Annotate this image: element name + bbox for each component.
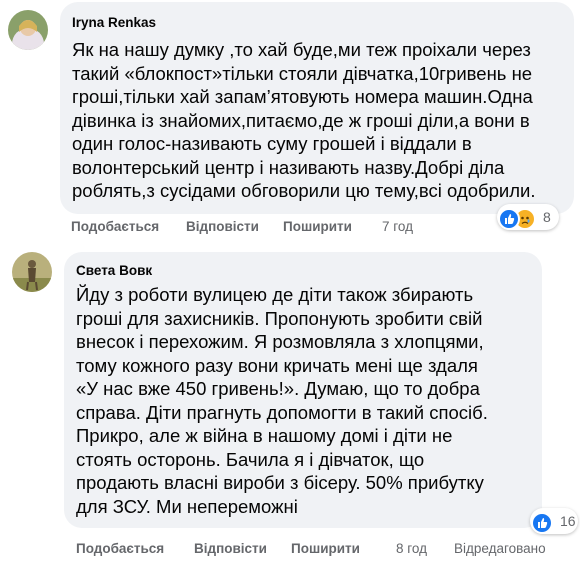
comment-actions: Подобається Відповісти Поширити 7 год [71,219,471,237]
reaction-count: 16 [560,513,576,529]
text-line: дівинка із знайомих,питаємо,де ж гроші д… [72,109,530,131]
text-line: один голос-називають суму грошей і відда… [72,133,472,154]
reply-button[interactable]: Відповісти [186,219,259,234]
comment-actions: Подобається Відповісти Поширити 8 год Ві… [76,541,576,559]
text-line: роблять,з сусідами обговорили цю тему,вс… [72,180,536,201]
text-line: гроші,тільки хай запам’ятовують номера м… [72,86,533,107]
comment-text: Як на нашу думку ,то хай буде,ми теж про… [72,38,535,203]
text-line: Йду з роботи вулицею де діти також збира… [76,284,474,305]
comment-bubble: Iryna Renkas Як на нашу думку ,то хай бу… [60,2,574,214]
text-line: справа. Діти прагнуть допомогти в такий … [76,401,488,423]
text-line: такий «блокпост»тільки стояли дівчатка,1… [72,62,533,84]
share-button[interactable]: Поширити [283,219,352,234]
author-name[interactable]: Света Вовк [76,263,152,278]
reactions-summary[interactable]: 8 [497,204,559,230]
text-line: стоять осторонь. Бачила я і дівчаток, що [76,448,425,470]
comment-text: Йду з роботи вулицею де діти також збира… [76,283,488,518]
text-line: волонтерський центр і називають назву.До… [72,156,505,178]
avatar[interactable] [12,252,52,292]
reply-button[interactable]: Відповісти [194,541,267,556]
text-line: Як на нашу думку ,то хай буде,ми теж про… [72,39,531,60]
avatar[interactable] [8,10,48,50]
timestamp[interactable]: 8 год [396,541,427,556]
text-line: для ЗСУ. Ми непереможні [76,495,298,517]
text-line: «У нас вже 450 гривень!». Думаю, що то д… [76,378,480,399]
like-icon [531,512,553,534]
text-line: продають власні вироби з бісеру. 50% при… [76,472,484,493]
author-name[interactable]: Iryna Renkas [72,15,156,30]
edited-label: Відредаговано [454,541,546,556]
text-line: Прикро, але ж війна в нашому домі і діти… [76,425,453,446]
reactions-summary[interactable]: 16 [530,508,578,534]
like-button[interactable]: Подобається [76,541,164,556]
reaction-count: 8 [543,209,551,225]
text-line: гроші для захисників. Пропонують зробити… [76,307,483,329]
timestamp[interactable]: 7 год [382,219,413,234]
like-icon [498,208,520,230]
text-line: внесок і перехожим. Я розмовляла з хлопц… [76,331,484,352]
share-button[interactable]: Поширити [291,541,360,556]
comment-bubble: Света Вовк Йду з роботи вулицею де діти … [64,252,542,528]
text-line: тому кожного разу вони кричать мені ще з… [76,354,478,376]
like-button[interactable]: Подобається [71,219,159,234]
